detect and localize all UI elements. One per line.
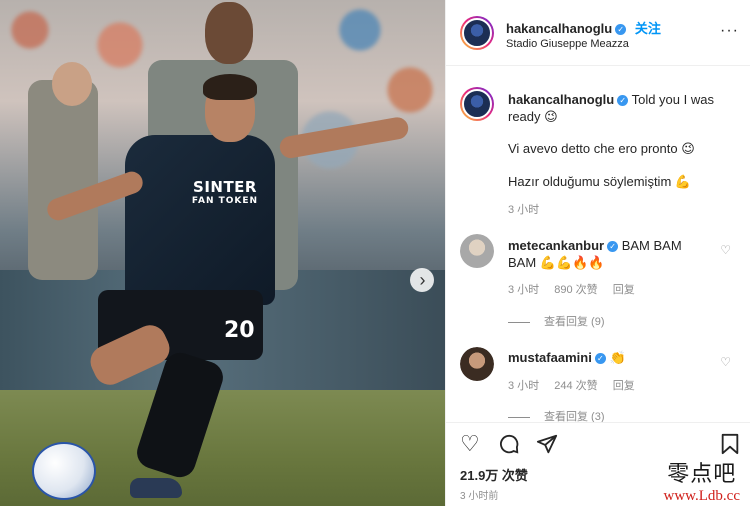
likes-count[interactable]: 21.9万 次赞: [460, 465, 528, 484]
comment-reply-button[interactable]: 回复: [613, 380, 635, 392]
caption-line-2: Vi avevo detto che ero pronto 😉: [508, 141, 695, 156]
more-options-icon[interactable]: ···: [720, 22, 739, 40]
comment-meta: 3 小时 890 次赞 回复: [508, 281, 647, 297]
watermark-url: www.Ldb.cc: [663, 488, 740, 504]
avatar[interactable]: [460, 87, 494, 121]
post-side-panel: hakancalhanoglu ✓ 关注 Stadio Giuseppe Meaz…: [445, 0, 750, 506]
send-icon[interactable]: [536, 433, 558, 459]
comment-username[interactable]: mustafaamini: [508, 350, 592, 365]
caption-time: 3 小时: [508, 204, 540, 216]
verified-badge-icon: ✓: [617, 95, 629, 106]
view-replies-label: 查看回复 (3): [544, 411, 605, 422]
heart-icon[interactable]: ♡: [460, 433, 480, 455]
photo-main-player-shirt: [125, 135, 275, 305]
post-time: 3 小时前: [460, 491, 499, 502]
avatar[interactable]: [460, 347, 494, 381]
divider: [508, 416, 530, 418]
photo-shirt-number: 20: [224, 318, 255, 343]
post-author: hakancalhanoglu ✓ 关注: [506, 18, 661, 37]
avatar[interactable]: [460, 234, 494, 268]
comments-list[interactable]: hakancalhanoglu ✓ Told you I was ready 😉 …: [446, 67, 750, 422]
verified-badge-icon: ✓: [594, 353, 606, 364]
photo-opponent-head: [205, 2, 253, 64]
photo-background-player-head: [52, 62, 92, 106]
photo-shirt-sponsor: SINTER FAN TOKEN: [185, 180, 265, 208]
comment-likes[interactable]: 890 次赞: [554, 284, 597, 296]
verified-badge-icon: ✓: [607, 241, 619, 252]
comment-time: 3 小时: [508, 284, 540, 296]
divider: [508, 321, 530, 323]
comment-likes[interactable]: 244 次赞: [554, 380, 597, 392]
comment-meta: 3 小时 244 次赞 回复: [508, 377, 647, 393]
caption: hakancalhanoglu ✓ Told you I was ready 😉: [508, 91, 723, 125]
verified-badge-icon: ✓: [615, 24, 627, 35]
comment-icon[interactable]: [498, 433, 520, 459]
view-replies-button[interactable]: 查看回复 (3): [508, 408, 605, 422]
post-photo[interactable]: SINTER FAN TOKEN 20 ›: [0, 0, 445, 506]
post-header: hakancalhanoglu ✓ 关注 Stadio Giuseppe Meaz…: [446, 0, 750, 66]
comment-item: mustafaamini ✓ 👏: [508, 349, 713, 366]
comment-item: metecankanbur ✓ BAM BAM BAM 💪💪🔥🔥: [508, 237, 713, 271]
sponsor-line2: FAN TOKEN: [191, 196, 259, 206]
watermark-text: 零点吧: [667, 462, 737, 487]
like-comment-heart-icon[interactable]: ♡: [720, 355, 731, 369]
avatar[interactable]: [460, 16, 494, 50]
view-replies-button[interactable]: 查看回复 (9): [508, 313, 605, 329]
comment-reply-button[interactable]: 回复: [613, 284, 635, 296]
comment-username[interactable]: metecankanbur: [508, 238, 604, 253]
view-replies-label: 查看回复 (9): [544, 316, 605, 328]
photo-football: [32, 442, 96, 500]
photo-main-player-hair: [203, 74, 257, 100]
caption-username[interactable]: hakancalhanoglu: [508, 92, 614, 107]
comment-time: 3 小时: [508, 380, 540, 392]
post-location[interactable]: Stadio Giuseppe Meazza: [506, 38, 629, 50]
comment-text: 👏: [609, 350, 626, 365]
follow-button[interactable]: 关注: [635, 21, 661, 36]
chevron-right-icon: ›: [419, 270, 426, 290]
photo-main-player-boot: [130, 478, 182, 498]
caption-line-3: Hazır olduğumu söylemiştim 💪: [508, 174, 692, 189]
like-comment-heart-icon[interactable]: ♡: [720, 243, 731, 257]
author-username[interactable]: hakancalhanoglu: [506, 21, 612, 36]
next-photo-button[interactable]: ›: [410, 268, 434, 292]
watermark: 零点吧 www.Ldb.cc: [663, 456, 740, 505]
photo-background-player: [28, 80, 98, 280]
